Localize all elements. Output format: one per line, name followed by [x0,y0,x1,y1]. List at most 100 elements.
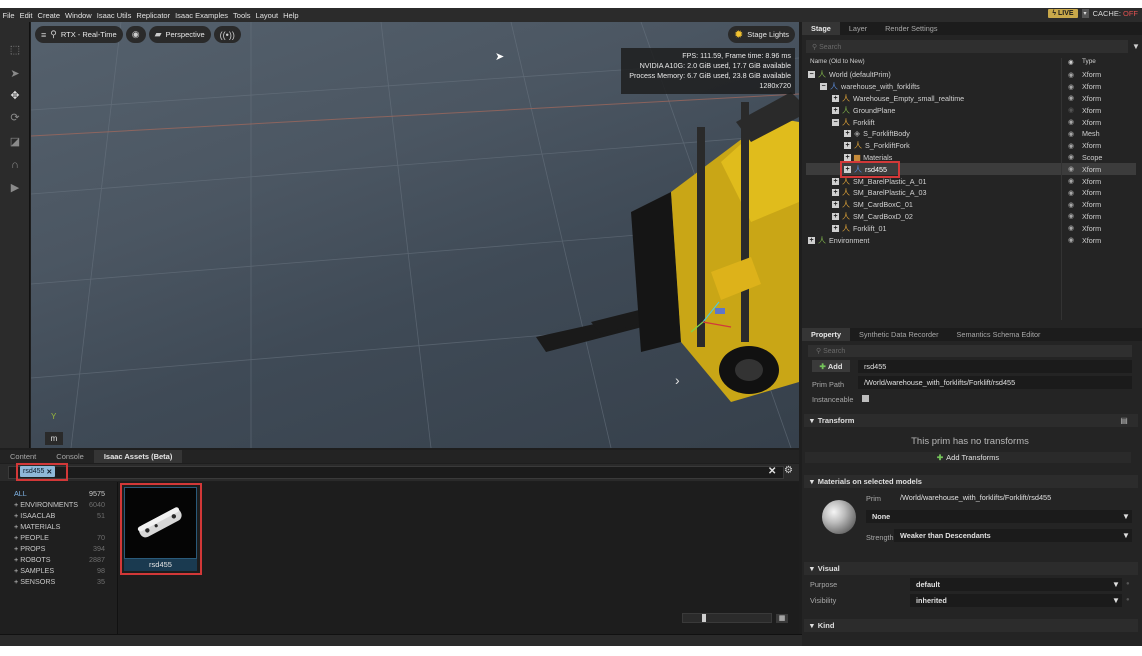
expand-icon[interactable]: + [808,236,815,244]
camera-pill[interactable]: ▰ Perspective [148,26,211,43]
menu-isaac-examples[interactable]: Isaac Examples [173,11,231,20]
collapse-icon[interactable]: − [832,118,839,126]
dropdown-arrow-icon[interactable]: ▼ [1122,531,1130,540]
expand-icon[interactable]: + [832,212,839,220]
property-search-input[interactable]: ⚲ Search [808,345,1132,357]
materials-section-header[interactable]: ▾ Materials on selected models [804,475,1138,488]
dropdown-arrow-icon[interactable]: ▼ [1122,512,1130,521]
add-button[interactable]: ✚ Add [812,360,850,372]
kind-section-header[interactable]: ▾ Kind [804,619,1138,632]
strength-dropdown[interactable]: Weaker than Descendants [894,529,1132,542]
pointer-tool-icon[interactable]: ➤ [8,66,22,80]
viewport[interactable]: ≡ ⚲ RTX - Real-Time ◉ ▰ Perspective ((•)… [31,22,799,448]
expand-icon[interactable]: + [832,106,839,114]
snap-tool-icon[interactable]: ∩ [8,158,22,172]
expand-icon[interactable]: + [832,177,839,185]
tree-row[interactable]: + 人 GroundPlane ◉ Xform [806,104,1136,116]
category-people[interactable]: + PEOPLE 70 [0,532,117,543]
clear-search-icon[interactable]: ✕ [768,466,776,477]
eye-icon[interactable]: ◉ [1068,153,1074,161]
tab-content[interactable]: Content [0,450,46,463]
prim-name-field[interactable]: rsd455 [858,360,1132,373]
menu-help[interactable]: Help [281,11,301,20]
eye-icon[interactable]: ◉ [1068,224,1074,232]
menu-replicator[interactable]: Replicator [134,11,173,20]
eye-icon[interactable]: ◉ [1068,189,1074,197]
tab-property[interactable]: Property [802,328,851,341]
dropdown-arrow-icon[interactable]: ▼ [1112,596,1120,605]
category-samples[interactable]: + SAMPLES 98 [0,565,117,576]
reset-dot-icon[interactable]: ● [1126,581,1130,587]
gear-icon[interactable]: ⚙ [784,465,793,476]
expand-icon[interactable]: + [844,153,851,161]
unit-button[interactable]: m [45,432,63,445]
stage-search-input[interactable]: ⚲ Search [806,40,1128,53]
eye-icon[interactable]: ◉ [1068,71,1074,79]
menu-isaac-utils[interactable]: Isaac Utils [94,11,134,20]
visibility-dropdown[interactable]: inherited [910,594,1122,607]
tree-row[interactable]: + 人 S_ForkliftFork ◉ Xform [806,140,1136,152]
filter-icon[interactable]: ▼ [1132,42,1140,51]
eye-icon[interactable]: ◉ [1068,94,1074,102]
eye-icon[interactable]: ◉ [1068,236,1074,244]
menu-tools[interactable]: Tools [231,11,254,20]
tab-synthetic-data-recorder[interactable]: Synthetic Data Recorder [850,328,948,341]
tab-stage[interactable]: Stage [802,22,840,35]
eye-icon[interactable]: ◉ [1068,212,1074,220]
forklift-model[interactable] [536,92,799,402]
menu-create[interactable]: Create [35,11,63,20]
expand-icon[interactable]: + [832,201,839,209]
material-dropdown[interactable]: None [866,510,1132,523]
dropdown-arrow-icon[interactable]: ▼ [1112,580,1120,589]
col-name-header[interactable]: Name (Old to New) [810,58,865,65]
prim-path-field[interactable]: /World/warehouse_with_forklifts/Forklift… [858,376,1132,389]
tree-row[interactable]: + 人 Forklift_01 ◉ Xform [806,222,1136,234]
expand-icon[interactable]: + [832,189,839,197]
tree-row[interactable]: + 人 SM_CardBoxC_01 ◉ Xform [806,199,1136,211]
eye-icon[interactable]: ◉ [1068,106,1074,114]
eye-icon[interactable]: ◉ [1068,177,1074,185]
eye-icon[interactable]: ◉ [1068,201,1074,209]
live-dropdown-caret[interactable]: ▾ [1081,9,1089,18]
collapse-icon[interactable]: − [808,71,815,79]
eye-icon[interactable]: ◉ [1068,83,1074,91]
menu-window[interactable]: Window [63,11,95,20]
category-environments[interactable]: + ENVIRONMENTS 6040 [0,499,117,510]
category-all[interactable]: ALL 9575 [0,488,117,499]
category-robots[interactable]: + ROBOTS 2887 [0,554,117,565]
menu-file[interactable]: File [0,11,17,20]
category-isaaclab[interactable]: + ISAACLAB 51 [0,510,117,521]
menu-edit[interactable]: Edit [17,11,35,20]
tree-row[interactable]: − 人 Forklift ◉ Xform [806,116,1136,128]
thumbnail-size-slider[interactable] [682,613,772,623]
menu-layout[interactable]: Layout [253,11,281,20]
tree-row[interactable]: + 人 Environment ◉ Xform [806,234,1136,246]
tree-row[interactable]: + 人 Warehouse_Empty_small_realtime ◉ Xform [806,93,1136,105]
expand-icon[interactable]: + [832,224,839,232]
play-icon[interactable]: ▶ [8,180,22,194]
rotate-tool-icon[interactable]: ⟳ [8,110,22,124]
expand-icon[interactable]: + [844,130,851,138]
asset-search-input[interactable] [8,466,784,479]
move-tool-icon[interactable]: ✥ [8,88,22,102]
expand-icon[interactable]: + [832,94,839,102]
instanceable-checkbox[interactable] [862,395,869,402]
tree-row[interactable]: + 人 SM_BarelPlastic_A_03 ◉ Xform [806,187,1136,199]
settings-pill[interactable]: ≡ ⚲ RTX - Real-Time [35,26,123,43]
tree-row[interactable]: + ◈ S_ForkliftBody ◉ Mesh [806,128,1136,140]
visibility-pill[interactable]: ◉ [125,26,146,43]
grid-view-icon[interactable]: ▦ [776,614,788,623]
eye-icon[interactable]: ◉ [1068,130,1074,138]
col-type-header[interactable]: Type [1082,58,1096,65]
category-props[interactable]: + PROPS 394 [0,543,117,554]
scale-tool-icon[interactable]: ◪ [8,134,22,148]
select-tool-icon[interactable]: ⬚ [8,42,22,56]
visual-section-header[interactable]: ▾ Visual [804,562,1138,575]
category-materials[interactable]: + MATERIALS [0,521,117,532]
broadcast-pill[interactable]: ((•)) [213,26,241,43]
eye-icon[interactable]: ◉ [1068,118,1074,126]
eye-icon[interactable]: ◉ [1068,142,1074,150]
eye-icon[interactable]: ◉ [1068,165,1074,173]
tab-render-settings[interactable]: Render Settings [876,22,946,35]
tree-row[interactable]: + 人 SM_CardBoxD_02 ◉ Xform [806,211,1136,223]
